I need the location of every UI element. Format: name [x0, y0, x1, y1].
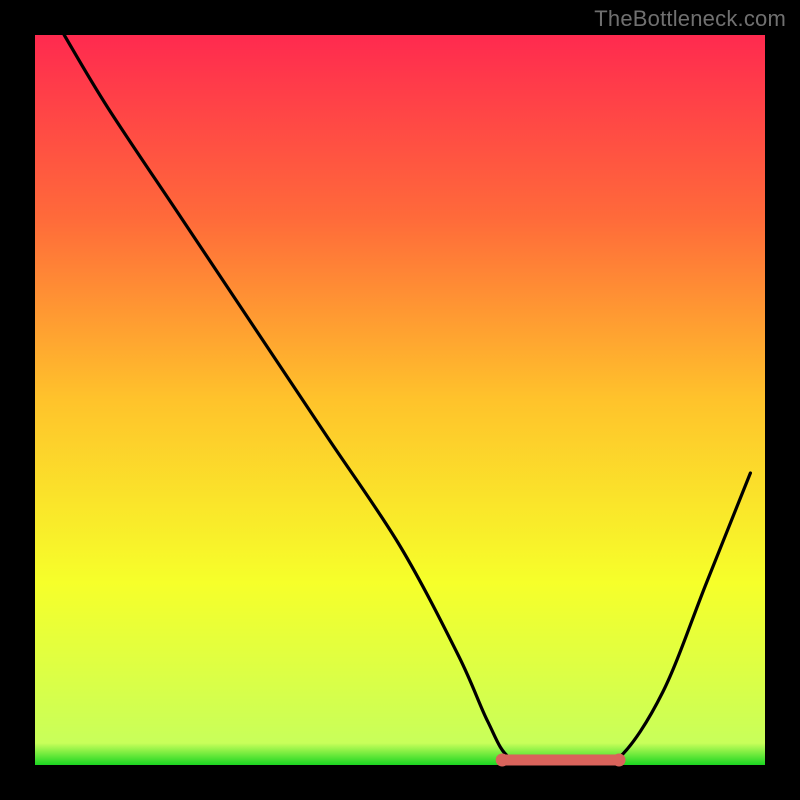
- optimal-range-highlight: [496, 754, 626, 767]
- bottleneck-chart: [0, 0, 800, 800]
- chart-frame: TheBottleneck.com: [0, 0, 800, 800]
- plot-background: [35, 35, 765, 765]
- watermark-text: TheBottleneck.com: [594, 6, 786, 32]
